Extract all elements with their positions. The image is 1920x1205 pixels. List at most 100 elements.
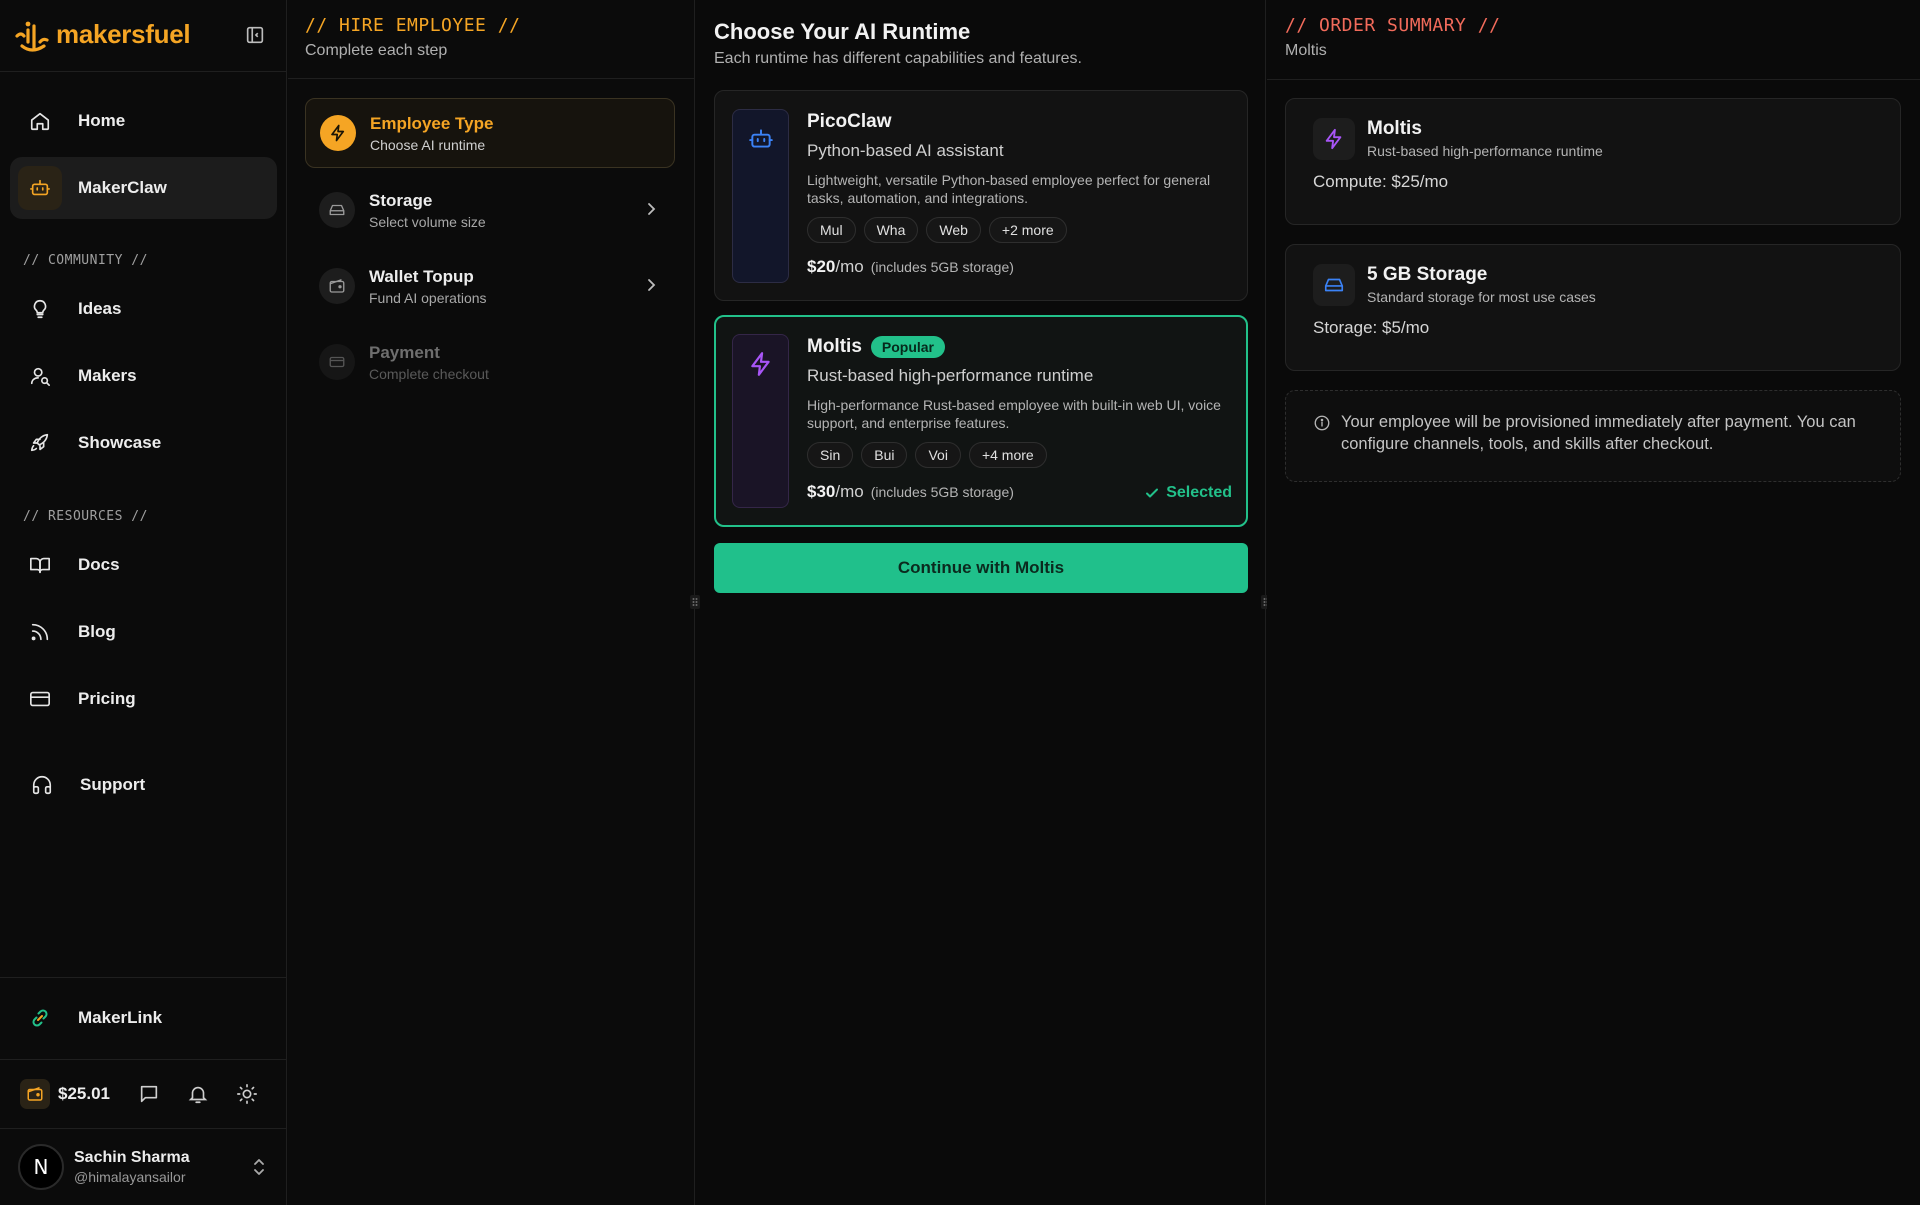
summary-item-text: 5 GB Storage Standard storage for most u… [1367,264,1596,305]
wallet-icon [319,268,355,304]
summary-item-name: 5 GB Storage [1367,264,1488,285]
sidebar-item-home[interactable]: Home [10,90,277,152]
price-amount: $30 [807,482,836,501]
wallet-balance-button[interactable]: $25.01 [20,1079,110,1109]
sidebar-item-label: Ideas [78,299,122,318]
step-title: Payment [369,342,440,362]
step-text: Wallet Topup Fund AI operations [369,267,487,306]
utility-row: $25.01 [0,1060,287,1128]
sidebar-item-label: Makers [78,366,137,385]
theme-toggle-button[interactable] [234,1081,260,1107]
robot-icon [18,166,62,210]
step-wallet-topup[interactable]: Wallet Topup Fund AI operations [305,251,675,321]
sidebar-item-label: Blog [78,622,116,641]
runtime-name: Moltis Popular [807,336,1232,358]
selected-label: Selected [1166,484,1232,501]
user-menu-button[interactable]: N Sachin Sharma @himalayansailor [0,1128,287,1205]
lightbulb-icon [18,287,62,331]
step-payment: Payment Complete checkout [305,327,675,397]
feature-chip: Web [926,217,981,243]
step-text: Payment Complete checkout [369,343,489,382]
user-info: Sachin Sharma @himalayansailor [74,1149,190,1185]
step-storage[interactable]: Storage Select volume size [305,175,675,245]
notifications-button[interactable] [185,1081,211,1107]
avatar: N [18,1143,64,1190]
sidebar: makersfuel Home MakerClaw // COMMUNITY /… [0,0,287,1205]
runtime-tagline: Python-based AI assistant [807,141,1004,160]
feature-chips: Mul Wha Web +2 more [807,217,1232,243]
summary-subtitle: Moltis [1285,42,1327,59]
bell-icon [188,1086,208,1104]
runtime-subtitle: Each runtime has different capabilities … [714,50,1082,67]
step-desc: Fund AI operations [369,289,487,306]
sidebar-item-support[interactable]: Support [10,754,277,816]
step-title: Storage [369,190,433,210]
price-unit: /mo [835,257,864,276]
sidebar-item-pricing[interactable]: Pricing [10,668,277,730]
step-desc: Complete checkout [369,365,489,382]
section-label-resources: // RESOURCES // [23,509,148,524]
wallet-icon [20,1079,50,1109]
more-features-chip[interactable]: +2 more [988,217,1067,243]
bolt-icon [320,115,356,151]
feature-chip: Wha [863,217,919,243]
bolt-icon [748,351,774,377]
sidebar-item-ideas[interactable]: Ideas [10,278,277,340]
home-icon [18,99,62,143]
step-employee-type[interactable]: Employee Type Choose AI runtime [305,98,675,168]
user-name: Sachin Sharma [74,1148,190,1166]
runtime-title: Choose Your AI Runtime [714,19,971,44]
order-summary-panel: // ORDER SUMMARY // Moltis Moltis Rust-b… [1267,0,1920,1205]
sidebar-item-showcase[interactable]: Showcase [10,412,277,474]
sidebar-item-label: Pricing [78,689,136,708]
runtime-name-text: PicoClaw [807,111,892,132]
sidebar-item-label: Support [80,775,146,794]
runtime-price: $30 /mo (includes 5GB storage) Selected [807,482,1232,502]
book-icon [18,543,62,587]
link-icon [18,996,62,1040]
robot-icon [748,126,774,152]
price-note: (includes 5GB storage) [870,259,1014,275]
runtime-price: $20 /mo (includes 5GB storage) [807,257,1232,277]
brand-logo[interactable]: makersfuel [12,12,191,56]
runtime-description: Lightweight, versatile Python-based empl… [807,172,1211,206]
sidebar-item-makerclaw[interactable]: MakerClaw [10,157,277,219]
wallet-amount: $25.01 [58,1084,110,1103]
brand-name: makersfuel [56,18,191,49]
runtime-name-text: Moltis [807,336,862,357]
runtime-card-moltis[interactable]: Moltis Popular Rust-based high-performan… [714,315,1248,527]
info-text: Your employee will be provisioned immedi… [1341,413,1856,453]
bolt-icon [1313,118,1355,160]
summary-item-storage: 5 GB Storage Standard storage for most u… [1285,244,1901,371]
chevron-right-icon [643,277,659,293]
sidebar-item-label: Docs [78,555,120,574]
sidebar-divider [0,71,287,72]
runtime-card-strip [732,334,789,508]
sidebar-item-blog[interactable]: Blog [10,601,277,663]
runtime-card-picoclaw[interactable]: PicoClaw Python-based AI assistant Light… [714,90,1248,301]
collapse-sidebar-button[interactable] [244,24,266,46]
messages-button[interactable] [136,1081,162,1107]
feature-chip: Voi [915,442,961,468]
selected-indicator: Selected [1144,484,1232,502]
price-amount: $20 [807,257,836,276]
sidebar-item-makers[interactable]: Makers [10,345,277,407]
step-title: Employee Type [370,113,494,133]
summary-item-price: Compute: $25/mo [1313,172,1449,191]
rss-icon [18,610,62,654]
headphones-icon [20,763,64,807]
sidebar-item-makerlink[interactable]: MakerLink [10,987,277,1049]
feature-chip: Mul [807,217,856,243]
feature-chips: Sin Bui Voi +4 more [807,442,1232,468]
price-unit: /mo [835,482,864,501]
summary-title: // ORDER SUMMARY // [1285,15,1501,36]
card-icon [319,344,355,380]
runtime-tagline: Rust-based high-performance runtime [807,366,1094,385]
sidebar-item-label: Home [78,111,126,130]
sidebar-item-label: Showcase [78,433,162,452]
continue-button[interactable]: Continue with Moltis [714,543,1248,593]
summary-item-compute: Moltis Rust-based high-performance runti… [1285,98,1901,225]
more-features-chip[interactable]: +4 more [968,442,1047,468]
sidebar-item-docs[interactable]: Docs [10,534,277,596]
panel-resize-handle[interactable] [690,595,700,609]
